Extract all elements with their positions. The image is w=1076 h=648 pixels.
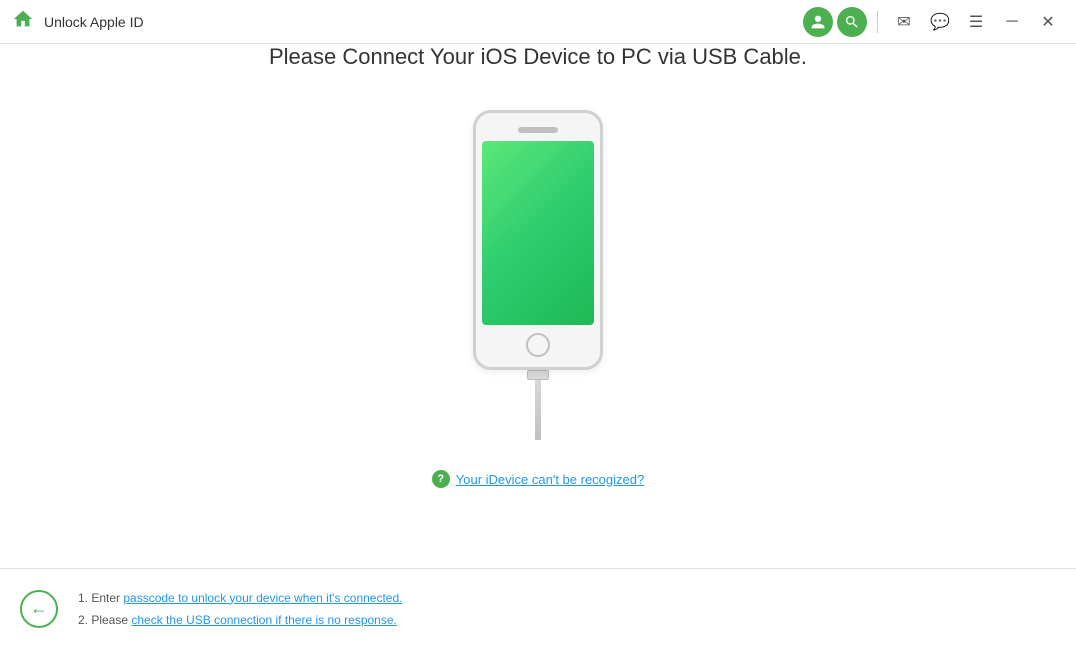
phone-home-button: [526, 333, 550, 357]
search-avatar-icon[interactable]: [837, 7, 867, 37]
main-content: Please Connect Your iOS Device to PC via…: [0, 44, 1076, 568]
phone-screen: [482, 141, 594, 325]
hint-1-link[interactable]: passcode to unlock your device when it's…: [123, 591, 402, 605]
connect-title: Please Connect Your iOS Device to PC via…: [269, 44, 807, 70]
home-icon[interactable]: [12, 8, 34, 35]
question-icon: ?: [432, 470, 450, 488]
help-link[interactable]: Your iDevice can't be recogized?: [456, 472, 644, 487]
phone-device: [473, 110, 603, 370]
close-icon[interactable]: ✕: [1032, 6, 1064, 38]
cable-line: [535, 380, 541, 440]
titlebar-controls: ✉ 💬 ☰ ─ ✕: [803, 6, 1064, 38]
phone-illustration: [473, 110, 603, 440]
menu-icon[interactable]: ☰: [960, 6, 992, 38]
titlebar-left: Unlock Apple ID: [12, 8, 803, 35]
hint-2: 2. Please check the USB connection if th…: [78, 611, 402, 629]
app-title: Unlock Apple ID: [44, 14, 144, 30]
chat-icon[interactable]: 💬: [924, 6, 956, 38]
user-avatar-icon[interactable]: [803, 7, 833, 37]
hint-1: 1. Enter passcode to unlock your device …: [78, 589, 402, 607]
titlebar: Unlock Apple ID ✉ 💬 ☰ ─ ✕: [0, 0, 1076, 44]
divider: [877, 11, 878, 33]
usb-cable: [527, 370, 549, 440]
minimize-icon[interactable]: ─: [996, 6, 1028, 38]
back-button[interactable]: ←: [20, 590, 58, 628]
help-section: ? Your iDevice can't be recogized?: [432, 470, 644, 488]
hints-container: 1. Enter passcode to unlock your device …: [78, 589, 402, 629]
bottom-bar: ← 1. Enter passcode to unlock your devic…: [0, 568, 1076, 648]
cable-connector: [527, 370, 549, 380]
hint-2-link[interactable]: check the USB connection if there is no …: [131, 613, 396, 627]
phone-notch: [518, 127, 558, 133]
mail-icon[interactable]: ✉: [888, 6, 920, 38]
